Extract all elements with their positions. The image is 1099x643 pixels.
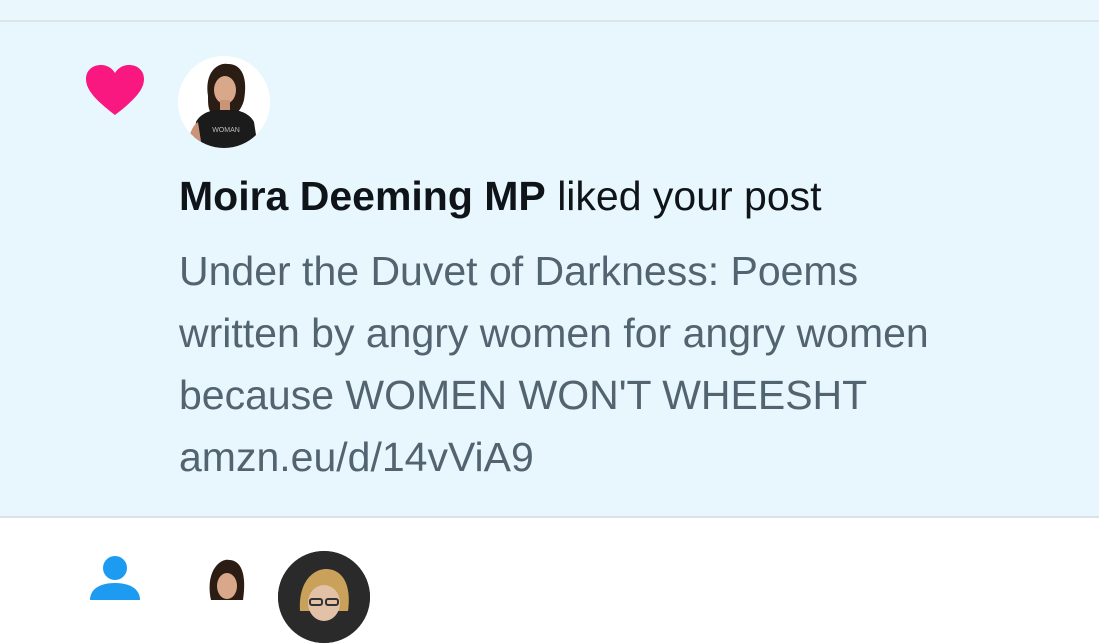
heart-icon	[86, 65, 144, 115]
actor-name[interactable]: Moira Deeming MP	[179, 173, 546, 219]
avatar-shirt-text: WOMAN	[212, 127, 240, 134]
post-link[interactable]: amzn.eu/d/14vViA9	[179, 426, 1079, 488]
divider	[0, 516, 1099, 518]
follower-avatar[interactable]	[183, 552, 267, 636]
post-preview[interactable]: Under the Duvet of Darkness: Poems writt…	[179, 240, 1079, 488]
avatar[interactable]: WOMAN	[178, 56, 270, 148]
action-text: liked your post	[557, 173, 822, 219]
post-line: written by angry women for angry women	[179, 310, 929, 356]
follower-avatar[interactable]	[278, 551, 370, 643]
person-icon	[90, 556, 140, 600]
previous-notification-edge	[0, 0, 1099, 20]
post-line: Under the Duvet of Darkness: Poems	[179, 248, 859, 294]
post-line: because WOMEN WON'T WHEESHT	[179, 372, 868, 418]
notification-headline: Moira Deeming MP liked your post	[179, 168, 822, 224]
